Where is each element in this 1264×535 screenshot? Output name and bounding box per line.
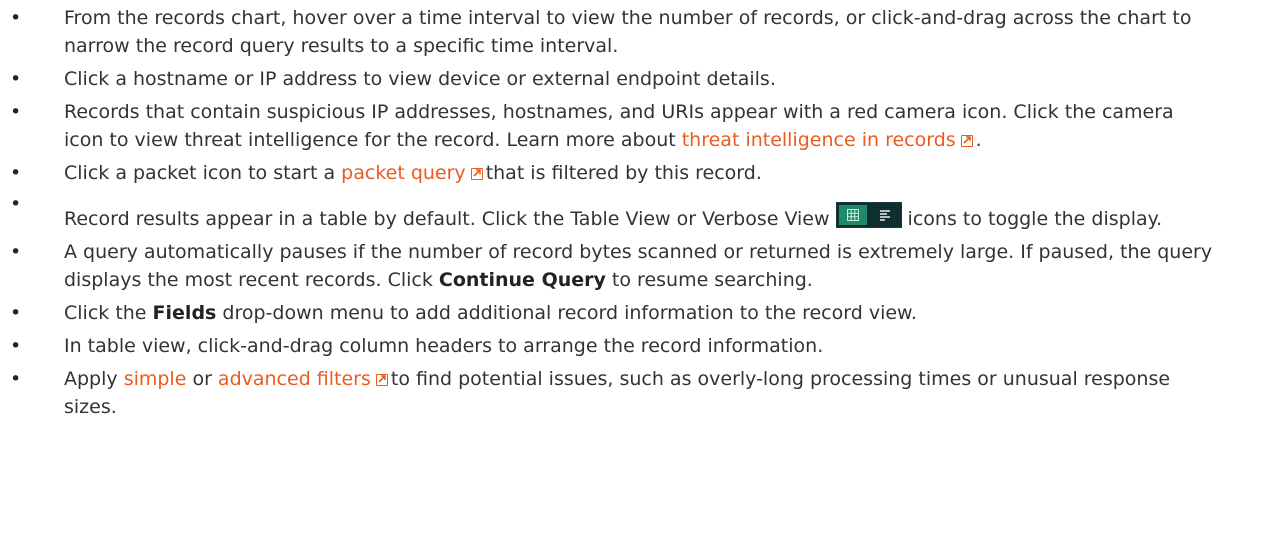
bullet: • bbox=[10, 101, 22, 123]
bullet: • bbox=[10, 241, 22, 263]
fields-label: Fields bbox=[152, 302, 217, 324]
list-item-threat-intel: • Records that contain suspicious IP add… bbox=[0, 98, 1214, 154]
list-item-packet-query: • Click a packet icon to start a packet … bbox=[0, 159, 1214, 187]
bullet: • bbox=[10, 193, 22, 215]
item-text: Click a hostname or IP address to view d… bbox=[64, 68, 776, 90]
item-text: From the records chart, hover over a tim… bbox=[64, 7, 1192, 57]
item-text-end: icons to toggle the display. bbox=[907, 208, 1163, 230]
bullet: • bbox=[10, 368, 22, 390]
item-text: Apply bbox=[64, 368, 124, 390]
advanced-filters-link[interactable]: advanced filters bbox=[218, 368, 371, 390]
list-item-records-chart: • From the records chart, hover over a t… bbox=[0, 4, 1214, 60]
bullet: • bbox=[10, 7, 22, 29]
list-item-table-view: • Record results appear in a table by de… bbox=[0, 192, 1214, 233]
verbose-view-icon[interactable] bbox=[871, 205, 899, 225]
bullet: • bbox=[10, 302, 22, 324]
external-link-icon[interactable] bbox=[375, 374, 388, 386]
list-item-query-pause: • A query automatically pauses if the nu… bbox=[0, 238, 1214, 294]
item-text-middle: or bbox=[186, 368, 218, 390]
item-text: Records that contain suspicious IP addre… bbox=[64, 101, 1174, 151]
list-item-fields: • Click the Fields drop-down menu to add… bbox=[0, 299, 1214, 327]
instruction-list: • From the records chart, hover over a t… bbox=[0, 4, 1264, 421]
external-link-icon[interactable] bbox=[960, 135, 973, 147]
bullet: • bbox=[10, 335, 22, 357]
packet-query-link[interactable]: packet query bbox=[341, 162, 466, 184]
item-text-end: drop-down menu to add additional record … bbox=[216, 302, 917, 324]
bullet: • bbox=[10, 68, 22, 90]
item-text-end: to resume searching. bbox=[605, 269, 813, 291]
item-text: Record results appear in a table by defa… bbox=[64, 208, 830, 230]
view-toggle bbox=[835, 202, 902, 228]
simple-filters-link[interactable]: simple bbox=[124, 368, 187, 390]
list-item-column-headers: • In table view, click-and-drag column h… bbox=[0, 332, 1214, 360]
continue-query-label: Continue Query bbox=[438, 269, 606, 291]
item-text-end: . bbox=[975, 129, 982, 151]
bullet: • bbox=[10, 162, 22, 184]
item-text: Click a packet icon to start a bbox=[64, 162, 342, 184]
item-text-end: that is filtered by this record. bbox=[485, 162, 762, 184]
threat-intelligence-link[interactable]: threat intelligence in records bbox=[682, 129, 956, 151]
item-text: Click the bbox=[64, 302, 153, 324]
item-text: In table view, click-and-drag column hea… bbox=[64, 335, 824, 357]
list-item-hostname: • Click a hostname or IP address to view… bbox=[0, 65, 1214, 93]
table-view-icon[interactable] bbox=[838, 205, 867, 225]
list-item-filters: • Apply simple or advanced filters to fin… bbox=[0, 365, 1214, 421]
external-link-icon[interactable] bbox=[470, 168, 483, 180]
